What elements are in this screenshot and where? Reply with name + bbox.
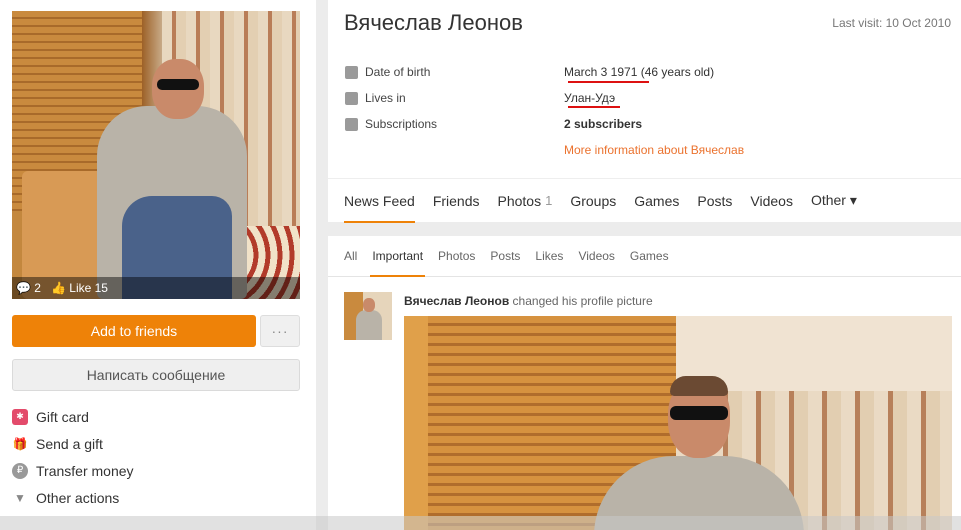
birth-date-value[interactable]: March 3 1971 (46 years old) xyxy=(564,65,714,79)
label-text: Lives in xyxy=(365,91,406,105)
profile-name: Вячеслав Леонов xyxy=(344,10,523,35)
label-text: Subscriptions xyxy=(365,117,438,131)
red-annotation-underline xyxy=(568,81,649,83)
action-send-gift[interactable]: 🎁 Send a gift xyxy=(12,430,134,457)
subtab-videos[interactable]: Videos xyxy=(578,236,614,276)
action-label: Other actions xyxy=(36,489,120,506)
bottom-overlay-bar xyxy=(0,516,961,530)
action-label: Transfer money xyxy=(36,462,134,479)
tab-label: Posts xyxy=(697,192,733,209)
photo-person-sunglasses xyxy=(670,406,728,420)
label-text: Date of birth xyxy=(365,65,431,79)
post-author-avatar[interactable] xyxy=(344,292,392,340)
subtab-games[interactable]: Games xyxy=(630,236,669,276)
action-label: Send a gift xyxy=(36,435,103,452)
subtab-likes[interactable]: Likes xyxy=(535,236,563,276)
news-feed: All Important Photos Posts Likes Videos … xyxy=(328,236,961,530)
thumb-head xyxy=(363,298,375,312)
likes-label: Like 15 xyxy=(69,281,108,295)
profile-actions: ✱ Gift card 🎁 Send a gift ₽ Transfer mon… xyxy=(12,403,134,511)
comments-count: 2 xyxy=(34,281,41,295)
more-info-link[interactable]: More information about Вячеслав xyxy=(564,143,744,157)
action-gift-card[interactable]: ✱ Gift card xyxy=(12,403,134,430)
subtab-important[interactable]: Important xyxy=(370,236,425,277)
tab-count: 1 xyxy=(545,193,553,208)
likes-stat[interactable]: 👍 Like 15 xyxy=(51,281,108,295)
city-value[interactable]: Улан-Удэ xyxy=(564,91,615,105)
post-photo[interactable] xyxy=(404,316,952,530)
send-message-button[interactable]: Написать сообщение xyxy=(12,359,300,391)
ellipsis-icon: ··· xyxy=(271,323,289,339)
triangle-down-icon: ▼ xyxy=(14,490,26,505)
subtab-photos[interactable]: Photos xyxy=(438,236,475,276)
tab-label: Games xyxy=(634,192,680,209)
info-label-city: Lives in xyxy=(345,91,406,105)
tab-label: News Feed xyxy=(344,192,415,209)
tab-label: Groups xyxy=(570,192,617,209)
red-annotation-underline xyxy=(568,106,620,108)
action-transfer-money[interactable]: ₽ Transfer money xyxy=(12,457,134,484)
left-panel: 💬 2 👍 Like 15 Add to friends ··· Написат… xyxy=(0,0,316,530)
comments-stat[interactable]: 💬 2 xyxy=(16,281,41,295)
calendar-icon xyxy=(345,65,358,79)
action-label: Gift card xyxy=(36,408,89,425)
action-other[interactable]: ▼ Other actions xyxy=(12,484,134,511)
tab-posts[interactable]: Posts xyxy=(697,179,732,223)
profile-photo[interactable]: 💬 2 👍 Like 15 xyxy=(12,11,300,299)
post-action-text: changed his profile picture xyxy=(509,294,653,308)
post-author-link[interactable]: Вячеслав Леонов xyxy=(404,294,509,308)
photo-door-frame xyxy=(404,316,428,530)
post-header: Вячеслав Леонов changed his profile pict… xyxy=(404,294,653,308)
tab-groups[interactable]: Groups xyxy=(570,179,616,223)
gift-card-icon: ✱ xyxy=(12,408,28,425)
tab-friends[interactable]: Friends xyxy=(433,179,480,223)
tab-label: Videos xyxy=(750,192,793,209)
thumbs-up-icon: 👍 xyxy=(50,281,66,295)
ruble-coin-icon: ₽ xyxy=(12,462,28,479)
photo-person-sunglasses xyxy=(157,79,199,90)
tab-other[interactable]: Other ▾ xyxy=(811,179,857,223)
feed-filter-tabs: All Important Photos Posts Likes Videos … xyxy=(328,236,961,277)
subtab-all[interactable]: All xyxy=(344,236,357,276)
profile-tabs: News Feed Friends Photos 1 Groups Games P… xyxy=(328,178,961,223)
gift-icon: 🎁 xyxy=(12,436,28,451)
last-visit: Last visit: 10 Oct 2010 xyxy=(832,16,951,30)
profile-header: Вячеслав Леонов Last visit: 10 Oct 2010 … xyxy=(328,0,961,223)
more-options-button[interactable]: ··· xyxy=(260,315,300,347)
tab-label: Photos xyxy=(497,192,542,209)
city-icon xyxy=(345,91,358,105)
tab-photos[interactable]: Photos 1 xyxy=(498,179,553,223)
tab-games[interactable]: Games xyxy=(634,179,679,223)
subscribers-value[interactable]: 2 subscribers xyxy=(564,117,642,131)
comment-icon: 💬 xyxy=(16,281,31,295)
photo-person-hair xyxy=(670,376,728,396)
rss-icon xyxy=(345,117,358,131)
thumb-body xyxy=(356,310,382,340)
tab-videos[interactable]: Videos xyxy=(750,179,793,223)
add-to-friends-button[interactable]: Add to friends xyxy=(12,315,256,347)
tab-news-feed[interactable]: News Feed xyxy=(344,179,415,223)
info-label-birth: Date of birth xyxy=(345,65,430,79)
tab-label: Other ▾ xyxy=(810,192,857,208)
photo-stats: 💬 2 👍 Like 15 xyxy=(12,277,300,299)
info-label-subscriptions: Subscriptions xyxy=(345,117,437,131)
tab-label: Friends xyxy=(432,192,480,209)
subtab-posts[interactable]: Posts xyxy=(490,236,520,276)
